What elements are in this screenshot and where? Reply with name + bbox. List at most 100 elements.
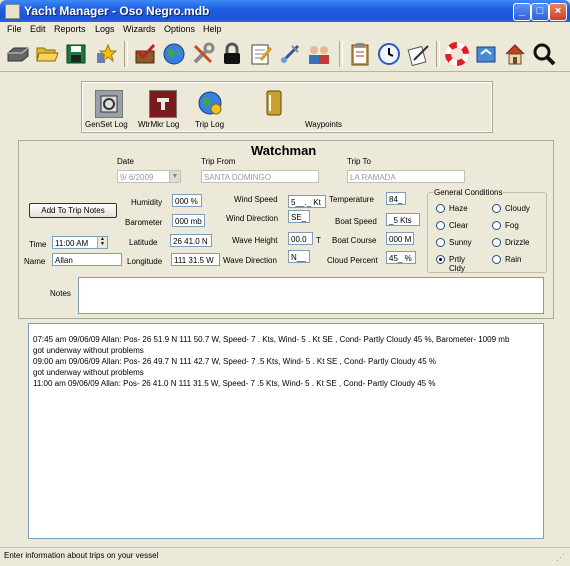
cloud-percent-label: Cloud Percent bbox=[327, 256, 378, 265]
log-line: got underway without problems bbox=[33, 346, 144, 355]
trip-from-label: Trip From bbox=[201, 157, 236, 166]
radio-icon[interactable] bbox=[436, 204, 445, 213]
menu-help[interactable]: Help bbox=[203, 24, 222, 34]
wtrmkr-log-label[interactable]: WtrMkr Log bbox=[138, 120, 179, 129]
close-button[interactable]: × bbox=[549, 3, 567, 21]
trip-log-icon[interactable] bbox=[197, 90, 223, 116]
radio-icon[interactable] bbox=[492, 238, 501, 247]
latitude-field[interactable]: 26 41.0 N bbox=[170, 234, 212, 247]
radio-icon[interactable] bbox=[492, 221, 501, 230]
wave-direction-field[interactable]: N__ bbox=[288, 250, 310, 263]
name-field[interactable]: Allan bbox=[52, 253, 122, 266]
humidity-field[interactable]: 000 % bbox=[172, 194, 202, 207]
toolbar-separator bbox=[436, 41, 440, 67]
status-text: Enter information about trips on your ve… bbox=[4, 551, 159, 560]
temperature-field[interactable]: 84_ bbox=[386, 192, 406, 205]
wtrmkr-log-icon[interactable] bbox=[149, 90, 177, 118]
toolbar bbox=[0, 37, 570, 72]
notepad-icon[interactable] bbox=[247, 40, 275, 68]
menu-file[interactable]: File bbox=[7, 24, 22, 34]
hard-drive-icon[interactable] bbox=[4, 40, 32, 68]
add-to-trip-notes-button[interactable]: Add To Trip Notes bbox=[29, 203, 117, 218]
menu-options[interactable]: Options bbox=[164, 24, 195, 34]
tools-icon[interactable] bbox=[189, 40, 217, 68]
latitude-label: Latitude bbox=[129, 238, 158, 247]
recycle-icon[interactable] bbox=[472, 40, 500, 68]
genset-log-icon[interactable] bbox=[95, 90, 123, 118]
condition-label: Cloudy bbox=[505, 204, 530, 213]
name-label: Name bbox=[24, 257, 46, 266]
resize-grip-icon[interactable]: ⋰ bbox=[556, 552, 565, 563]
boat-course-label: Boat Course bbox=[332, 236, 377, 245]
longitude-label: Longitude bbox=[127, 257, 163, 266]
condition-label: Drizzle bbox=[505, 238, 530, 247]
log-line: 09:00 am 09/06/09 Allan: Pos- 26 49.7 N … bbox=[33, 357, 437, 366]
boat-course-field[interactable]: 000 M bbox=[386, 232, 414, 245]
wind-speed-field[interactable]: 5__._ Kt bbox=[288, 195, 326, 208]
cloud-percent-field[interactable]: 45_ % bbox=[386, 251, 416, 264]
globe-icon[interactable] bbox=[160, 40, 188, 68]
trip-from-field[interactable]: SANTA DOMINGO bbox=[201, 170, 319, 183]
radio-selected-icon[interactable] bbox=[436, 255, 445, 264]
menu-bar: File Edit Reports Logs Wizards Options H… bbox=[0, 22, 570, 37]
wave-height-unit: T bbox=[316, 236, 321, 245]
notes-textarea[interactable] bbox=[78, 277, 544, 314]
folder-open-icon[interactable] bbox=[33, 40, 61, 68]
clipboard-icon[interactable] bbox=[346, 40, 374, 68]
waypoints-icon[interactable] bbox=[261, 90, 287, 116]
radio-icon[interactable] bbox=[436, 221, 445, 230]
waypoints-label[interactable]: Waypoints bbox=[305, 120, 342, 129]
temperature-label: Temperature bbox=[329, 195, 374, 204]
genset-log-label[interactable]: GenSet Log bbox=[85, 120, 128, 129]
boat-speed-field[interactable]: _5 Kts bbox=[386, 213, 420, 226]
condition-label: Haze bbox=[449, 204, 468, 213]
menu-edit[interactable]: Edit bbox=[30, 24, 46, 34]
wave-height-field[interactable]: 00.0 bbox=[288, 232, 313, 245]
lock-icon[interactable] bbox=[218, 40, 246, 68]
boat-speed-label: Boat Speed bbox=[335, 217, 377, 226]
toolbar-separator bbox=[124, 41, 128, 67]
time-spinner[interactable]: ▲ ▼ bbox=[97, 237, 107, 248]
condition-label: Clear bbox=[449, 221, 469, 230]
trip-log-text[interactable]: 07:45 am 09/06/09 Allan: Pos- 26 51.9 N … bbox=[28, 323, 544, 539]
condition-label: Fog bbox=[505, 221, 519, 230]
people-icon[interactable] bbox=[305, 40, 333, 68]
condition-label: Rain bbox=[505, 255, 522, 264]
trip-to-label: Trip To bbox=[347, 157, 372, 166]
clock-icon[interactable] bbox=[375, 40, 403, 68]
condition-label: Sunny bbox=[449, 238, 472, 247]
life-ring-icon[interactable] bbox=[443, 40, 471, 68]
date-field[interactable]: 9/ 6/2009 ▼ bbox=[117, 170, 181, 183]
condition-label: Prtly Cldy bbox=[449, 255, 466, 273]
chevron-down-icon[interactable]: ▼ bbox=[169, 171, 180, 182]
trip-to-field[interactable]: LA RAMADA bbox=[347, 170, 465, 183]
form-heading: Watchman bbox=[251, 143, 317, 158]
radio-icon[interactable] bbox=[436, 238, 445, 247]
wind-direction-field[interactable]: SE_ bbox=[288, 210, 310, 223]
longitude-field[interactable]: 111 31.5 W bbox=[171, 253, 220, 266]
log-line: 07:45 am 09/06/09 Allan: Pos- 26 51.9 N … bbox=[33, 335, 510, 344]
minimize-button[interactable]: _ bbox=[513, 3, 531, 21]
toolbar-separator bbox=[339, 41, 343, 67]
sign-document-icon[interactable] bbox=[404, 40, 432, 68]
title-bar: Yacht Manager - Oso Negro.mdb _ □ × bbox=[0, 0, 570, 22]
radio-icon[interactable] bbox=[492, 255, 501, 264]
time-field[interactable]: 11:00 AM ▲ ▼ bbox=[52, 236, 108, 249]
wind-speed-label: Wind Speed bbox=[234, 195, 278, 204]
menu-wizards[interactable]: Wizards bbox=[123, 24, 156, 34]
trip-log-label[interactable]: Trip Log bbox=[195, 120, 224, 129]
star-icon[interactable] bbox=[91, 40, 119, 68]
pump-icon[interactable] bbox=[276, 40, 304, 68]
barometer-field[interactable]: 000 mb bbox=[172, 214, 205, 227]
save-icon[interactable] bbox=[62, 40, 90, 68]
checkmark-crate-icon[interactable] bbox=[131, 40, 159, 68]
log-line: 11:00 am 09/06/09 Allan: Pos- 26 41.0 N … bbox=[33, 379, 436, 388]
radio-icon[interactable] bbox=[492, 204, 501, 213]
log-line: got underway without problems bbox=[33, 368, 144, 377]
notes-label: Notes bbox=[50, 289, 71, 298]
menu-reports[interactable]: Reports bbox=[54, 24, 86, 34]
magnifier-icon[interactable] bbox=[530, 40, 558, 68]
maximize-button[interactable]: □ bbox=[531, 3, 549, 21]
house-icon[interactable] bbox=[501, 40, 529, 68]
menu-logs[interactable]: Logs bbox=[95, 24, 115, 34]
